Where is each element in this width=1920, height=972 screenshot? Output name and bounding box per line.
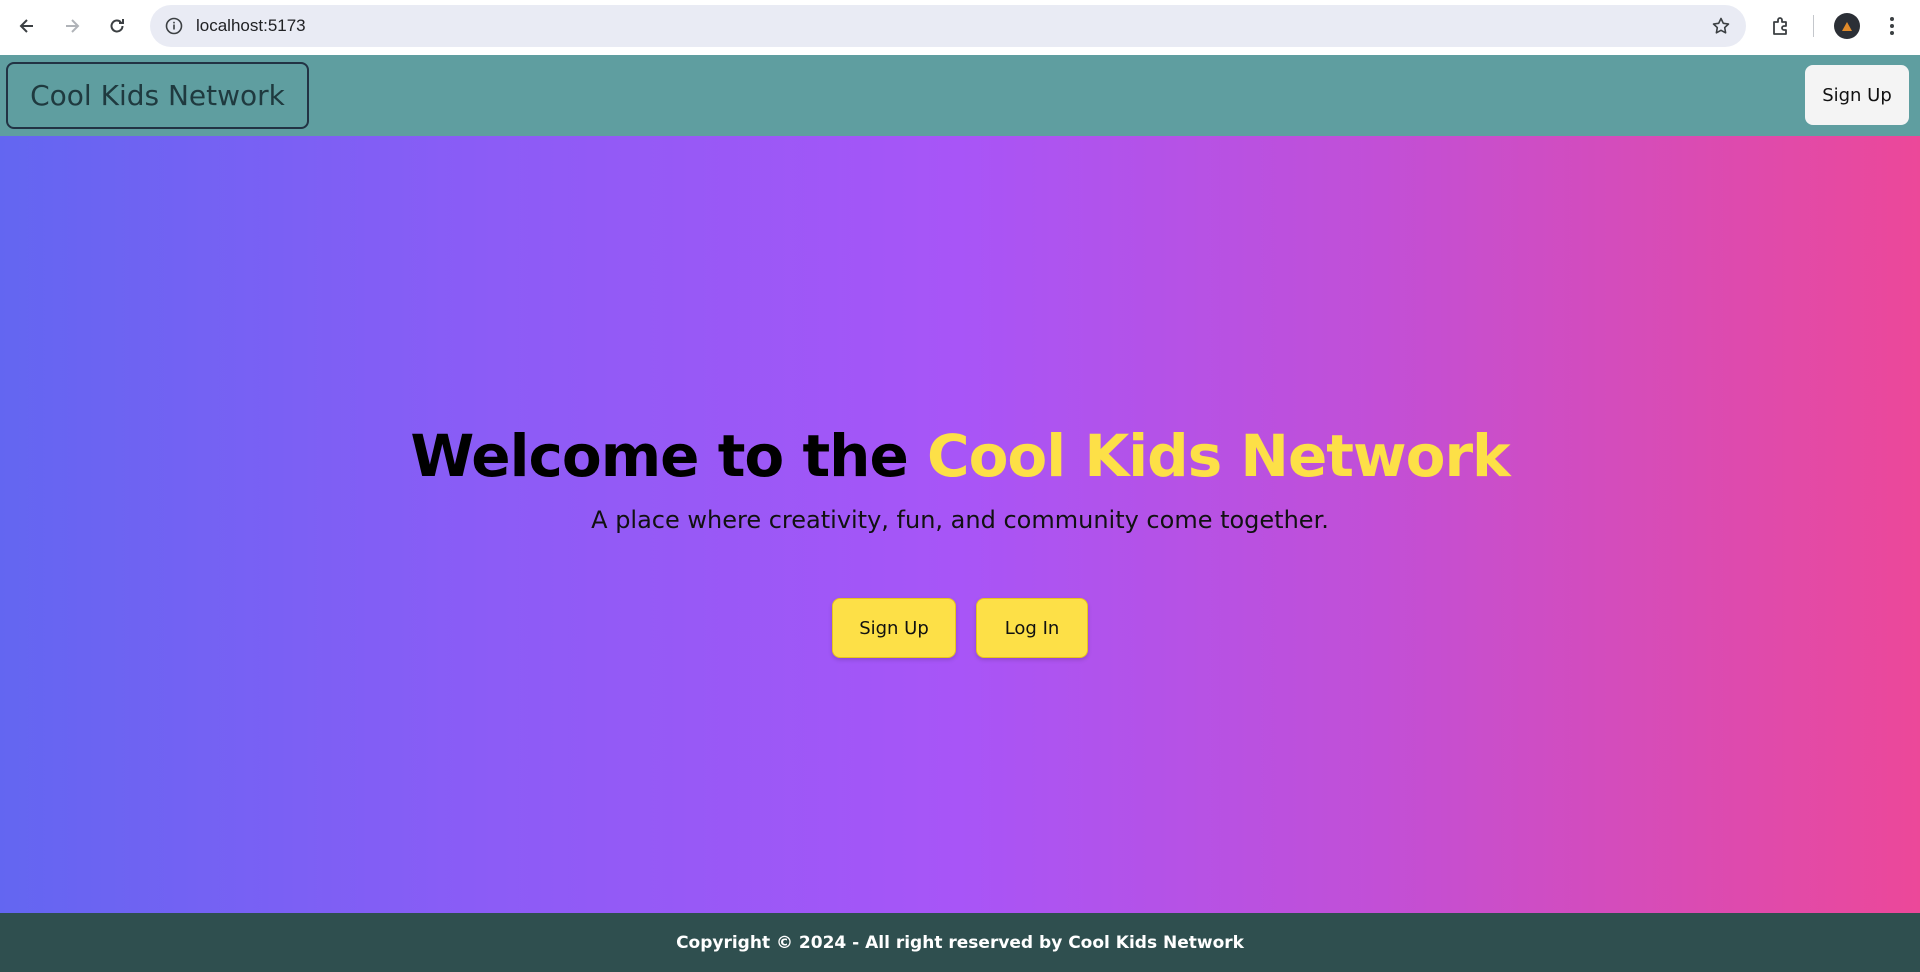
url-text[interactable]: localhost:5173: [196, 16, 306, 36]
toolbar-divider: [1813, 15, 1814, 37]
hero-signup-button[interactable]: Sign Up: [832, 598, 956, 658]
browser-toolbar: localhost:5173: [0, 0, 1920, 55]
footer-copyright: Copyright © 2024 - All right reserved by…: [676, 932, 1244, 953]
hero-title-accent: Cool Kids Network: [927, 422, 1511, 490]
hero-title: Welcome to the Cool Kids Network: [0, 422, 1920, 490]
app-header: Cool Kids Network Sign Up: [0, 55, 1920, 136]
hero-login-button[interactable]: Log In: [976, 598, 1088, 658]
address-bar[interactable]: localhost:5173: [150, 5, 1746, 47]
info-icon[interactable]: [164, 16, 184, 36]
brand-logo[interactable]: Cool Kids Network: [6, 62, 309, 129]
footer: Copyright © 2024 - All right reserved by…: [0, 913, 1920, 972]
profile-avatar[interactable]: [1834, 13, 1860, 39]
hero-actions: Sign Up Log In: [0, 598, 1920, 658]
hero-section: Welcome to the Cool Kids Network A place…: [0, 136, 1920, 913]
forward-arrow-icon[interactable]: [57, 11, 87, 41]
hero-title-prefix: Welcome to the: [410, 422, 928, 490]
kebab-menu-icon[interactable]: [1877, 11, 1907, 41]
header-signup-button[interactable]: Sign Up: [1805, 65, 1909, 125]
hero-subtitle: A place where creativity, fun, and commu…: [591, 506, 1329, 534]
star-icon[interactable]: [1710, 15, 1732, 37]
puzzle-icon[interactable]: [1766, 11, 1796, 41]
back-arrow-icon[interactable]: [12, 11, 42, 41]
reload-icon[interactable]: [102, 11, 132, 41]
